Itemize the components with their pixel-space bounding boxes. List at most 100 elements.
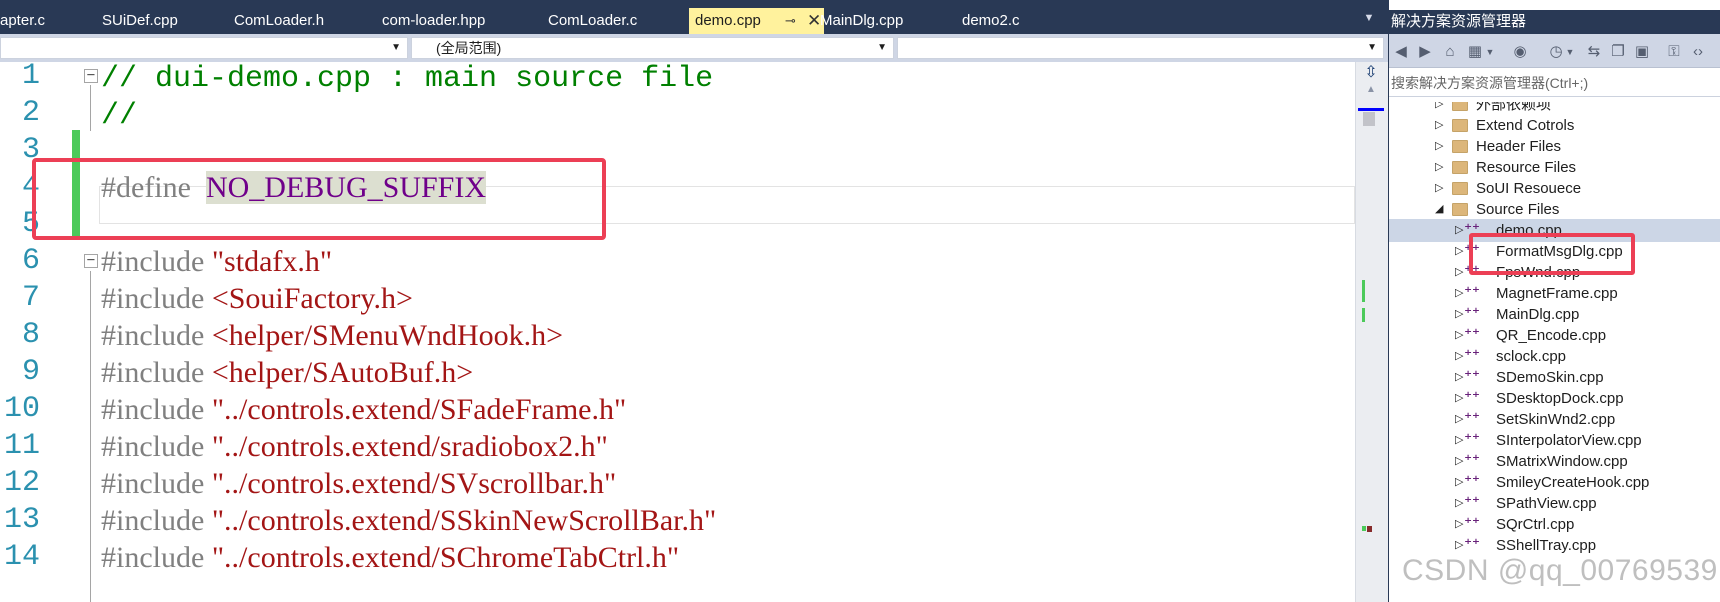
dropdown-icon[interactable]: ▼ <box>1565 43 1575 61</box>
forward-icon[interactable]: ▶ <box>1416 43 1434 61</box>
code-line[interactable]: 2 // <box>0 93 1355 134</box>
refresh-icon[interactable]: ⇆ <box>1585 43 1603 61</box>
cpp-file-icon: ⁺⁺ <box>1464 410 1480 427</box>
tree-file-item[interactable]: ▷ ⁺⁺ SPathView.cpp <box>1389 492 1720 515</box>
tab-label: apter.c <box>0 12 46 29</box>
member-combo[interactable]: ▼ <box>897 37 1384 59</box>
tab-label: SUiDef.cpp <box>102 12 178 29</box>
tree-file-item[interactable]: ▷ ⁺⁺ QR_Encode.cpp <box>1389 324 1720 347</box>
chevron-down-icon: ▼ <box>877 42 887 53</box>
editor-pane: apter.c SUiDef.cpp ComLoader.h com-loade… <box>0 0 1388 602</box>
tree-file-item[interactable]: ▷ ⁺⁺ SInterpolatorView.cpp <box>1389 429 1720 452</box>
scroll-up-icon[interactable]: ▲ <box>1363 84 1379 96</box>
tree-folder-item[interactable]: ◢ Source Files <box>1389 198 1720 221</box>
tab-demo2-c[interactable]: demo2.c <box>962 8 1072 34</box>
code-line[interactable]: 7 #include <SouiFactory.h> <box>0 278 1355 319</box>
tree-item-label: SDesktopDock.cpp <box>1496 390 1624 407</box>
chevron-down-icon: ▼ <box>391 42 401 53</box>
code-line[interactable]: 6 #include "stdafx.h" <box>0 241 1355 282</box>
vertical-scrollbar[interactable]: ⇳ ▲ <box>1355 62 1388 602</box>
chevron-down-icon[interactable]: ▼ <box>1359 12 1379 28</box>
tab-adapter-c[interactable]: apter.c <box>0 8 96 34</box>
cpp-file-icon: ⁺⁺ <box>1464 536 1480 553</box>
line-number: 8 <box>21 318 40 352</box>
split-editor-icon[interactable]: ⇳ <box>1362 64 1380 82</box>
collapsed-arrow-icon[interactable]: ▷ <box>1435 156 1443 179</box>
tree-item-label: Resource Files <box>1476 159 1577 176</box>
tree-item-label: Extend Cotrols <box>1476 117 1575 134</box>
back-icon[interactable]: ◀ <box>1392 43 1410 61</box>
tree-folder-item[interactable]: ▷ Header Files <box>1389 135 1720 158</box>
tree-file-item[interactable]: ▷ ⁺⁺ MainDlg.cpp <box>1389 303 1720 326</box>
code-editor[interactable]: − − 1// dui-demo.cpp : main source file 2… <box>0 62 1355 602</box>
code-token-string: "../controls.extend/SFadeFrame.h" <box>211 393 627 426</box>
code-token-pp: #include <box>101 541 212 574</box>
collapsed-arrow-icon[interactable]: ▷ <box>1435 114 1443 137</box>
tree-item-label: MainDlg.cpp <box>1496 306 1580 323</box>
tree-item-label: SPathView.cpp <box>1496 495 1597 512</box>
switch-view-icon[interactable]: ▦ <box>1466 43 1484 61</box>
code-text: #include "../controls.extend/SVscrollbar… <box>101 463 616 504</box>
code-line[interactable]: 14 #include "../controls.extend/SChromeTa… <box>0 537 1355 578</box>
tree-folder-item[interactable]: ▷ Extend Cotrols <box>1389 114 1720 137</box>
code-line[interactable]: 10 #include "../controls.extend/SFadeFram… <box>0 389 1355 430</box>
code-text: #include "../controls.extend/SSkinNewScr… <box>101 500 716 541</box>
expanded-arrow-icon[interactable]: ◢ <box>1435 198 1443 221</box>
tree-file-item[interactable]: ▷ ⁺⁺ SmileyCreateHook.cpp <box>1389 471 1720 494</box>
code-line[interactable]: 12 #include "../controls.extend/SVscrollb… <box>0 463 1355 504</box>
tab-label: demo2.c <box>962 12 1020 29</box>
tree-item-label: SetSkinWnd2.cpp <box>1496 411 1616 428</box>
line-number: 10 <box>3 392 40 426</box>
line-number: 2 <box>21 96 40 130</box>
tree-file-item[interactable]: ▷ ⁺⁺ SDesktopDock.cpp <box>1389 387 1720 410</box>
cpp-file-icon: ⁺⁺ <box>1464 284 1480 301</box>
folder-icon <box>1452 203 1468 216</box>
code-text: #include "stdafx.h" <box>101 241 332 282</box>
tree-file-item[interactable]: ▷ ⁺⁺ SMatrixWindow.cpp <box>1389 450 1720 473</box>
scope-combo[interactable]: (全局范围) ▼ <box>411 37 894 59</box>
tree-folder-item[interactable]: ▷ Resource Files <box>1389 156 1720 179</box>
collapsed-arrow-icon[interactable]: ▷ <box>1435 135 1443 158</box>
dropdown-icon[interactable]: ▼ <box>1485 43 1495 61</box>
tab-comloader-h[interactable]: ComLoader.h <box>234 8 370 34</box>
tree-file-item[interactable]: ▷ ⁺⁺ SetSkinWnd2.cpp <box>1389 408 1720 431</box>
cpp-file-icon: ⁺⁺ <box>1464 431 1480 448</box>
tree-folder-item[interactable]: ▷ SoUI Resouece <box>1389 177 1720 200</box>
change-marker <box>1362 280 1365 302</box>
code-line[interactable]: 9 #include <helper/SAutoBuf.h> <box>0 352 1355 393</box>
code-token-comment: // <box>101 99 138 133</box>
code-line[interactable]: 8 #include <helper/SMenuWndHook.h> <box>0 315 1355 356</box>
pending-changes-icon[interactable]: ◷ <box>1547 43 1565 61</box>
tab-suidef-cpp[interactable]: SUiDef.cpp <box>102 8 228 34</box>
code-view-icon[interactable]: ‹› <box>1689 43 1707 61</box>
caret-position-marker <box>1358 108 1384 111</box>
project-combo[interactable]: ▼ <box>0 37 408 59</box>
code-line[interactable]: 11 #include "../controls.extend/sradiobox… <box>0 426 1355 467</box>
tree-item-label: Header Files <box>1476 138 1562 155</box>
tab-comloader-c[interactable]: ComLoader.c <box>548 8 684 34</box>
cpp-file-icon: ⁺⁺ <box>1464 347 1480 364</box>
collapsed-arrow-icon[interactable]: ▷ <box>1435 177 1443 200</box>
folder-icon <box>1452 161 1468 174</box>
tab-maindlg-cpp[interactable]: MainDlg.cpp <box>820 8 956 34</box>
sync-icon[interactable]: ◉ <box>1511 43 1529 61</box>
tree-file-item[interactable]: ▷ ⁺⁺ sclock.cpp <box>1389 345 1720 368</box>
tree-file-item[interactable]: ▷ ⁺⁺ SDemoSkin.cpp <box>1389 366 1720 389</box>
tree-file-item[interactable]: ▷ ⁺⁺ SQrCtrl.cpp <box>1389 513 1720 536</box>
solution-explorer-search[interactable]: 搜索解决方案资源管理器(Ctrl+;) <box>1389 69 1720 97</box>
tab-com-loader-hpp[interactable]: com-loader.hpp <box>382 8 532 34</box>
code-token-string: "../controls.extend/sradiobox2.h" <box>211 430 608 463</box>
code-line[interactable]: 1 // dui-demo.cpp : main source file <box>0 62 1355 97</box>
scrollbar-thumb[interactable] <box>1363 112 1375 126</box>
tree-item-label: SmileyCreateHook.cpp <box>1496 474 1650 491</box>
code-line[interactable]: 13 #include "../controls.extend/SSkinNewS… <box>0 500 1355 541</box>
home-icon[interactable]: ⌂ <box>1441 43 1459 61</box>
pin-icon[interactable]: ⊸ <box>785 8 796 34</box>
tree-file-item[interactable]: ▷ ⁺⁺ MagnetFrame.cpp <box>1389 282 1720 305</box>
collapse-all-icon[interactable]: ❐ <box>1609 43 1627 61</box>
tab-demo-cpp[interactable]: demo.cpp ⊸ ✕ <box>689 8 824 34</box>
properties-icon[interactable]: ⚿ <box>1665 43 1683 61</box>
show-all-files-icon[interactable]: ▣ <box>1633 43 1651 61</box>
change-marker <box>1362 526 1366 531</box>
code-token-comment: // dui-demo.cpp : main source file <box>101 62 714 96</box>
